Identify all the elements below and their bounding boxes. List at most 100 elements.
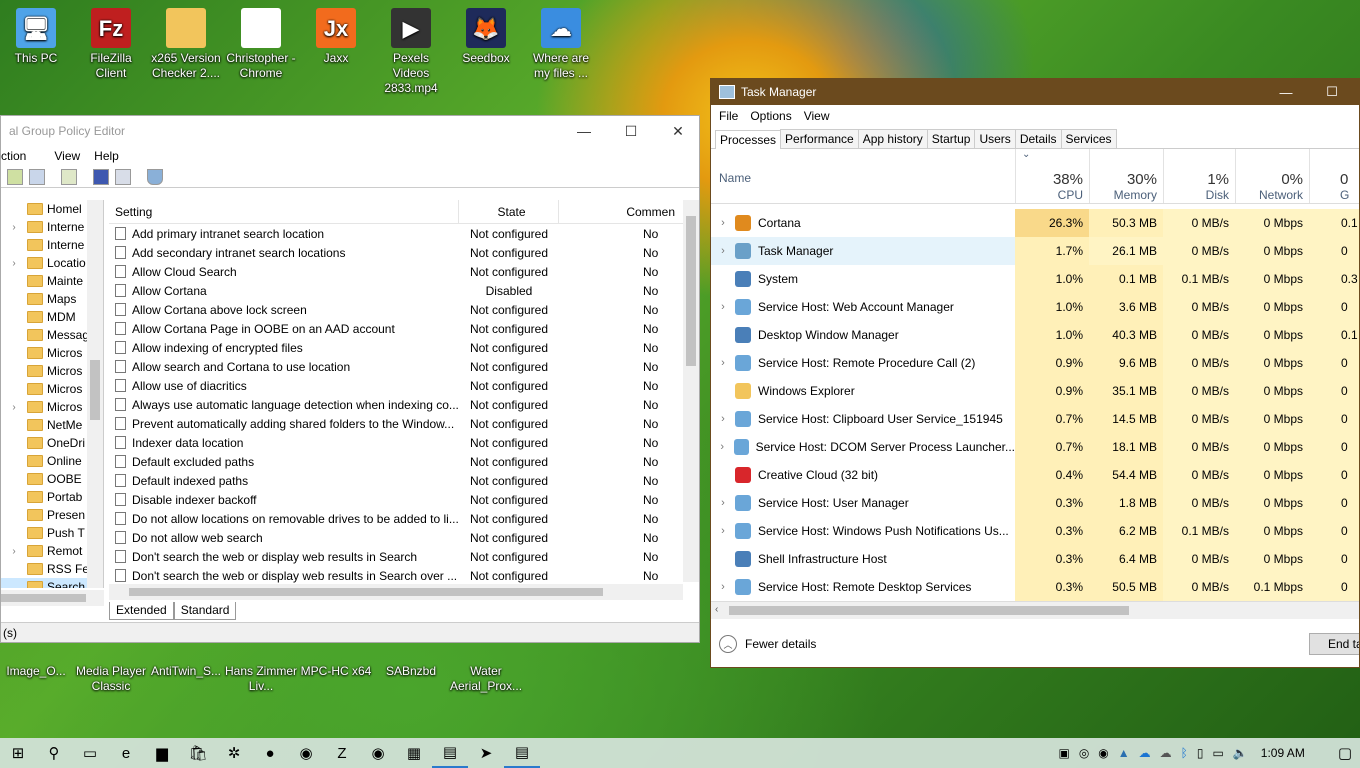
notifications-icon[interactable]: ▢: [1338, 744, 1352, 762]
task-manager-taskbar-icon[interactable]: ▤: [432, 738, 468, 768]
tray-record-icon[interactable]: ◉: [1098, 746, 1108, 760]
expand-chevron-icon[interactable]: ›: [711, 441, 734, 453]
scroll-left-icon[interactable]: ‹: [715, 604, 718, 615]
process-row[interactable]: › Service Host: DCOM Server Process Launc…: [711, 433, 1359, 461]
expand-chevron-icon[interactable]: ›: [711, 525, 735, 537]
menu-options[interactable]: Options: [742, 109, 795, 123]
column-cpu[interactable]: ⌄ 38% CPU: [1015, 149, 1089, 203]
tab-processes[interactable]: Processes: [715, 130, 782, 149]
expand-chevron-icon[interactable]: ›: [711, 245, 735, 257]
process-row[interactable]: Desktop Window Manager 1.0% 40.3 MB 0 MB/s 0…: [711, 321, 1359, 349]
desktop-shortcut[interactable]: 🦊 Seedbox: [450, 8, 522, 66]
network-tool-icon[interactable]: ✲: [216, 738, 252, 768]
desktop-shortcut[interactable]: Jx Jaxx: [300, 8, 372, 66]
tab-standard[interactable]: Standard: [173, 602, 237, 620]
policy-row[interactable]: Allow Cortana above lock screen Not confi…: [109, 300, 699, 319]
chrome-icon[interactable]: ◉: [288, 738, 324, 768]
desktop-shortcut[interactable]: Fz FileZilla Client: [75, 8, 147, 81]
edge-icon[interactable]: e: [108, 738, 144, 768]
tab-startup[interactable]: Startup: [926, 129, 976, 148]
policy-row[interactable]: Allow Cortana Page in OOBE on an AAD acc…: [109, 319, 699, 338]
expand-chevron-icon[interactable]: ›: [711, 301, 735, 313]
policy-row[interactable]: Add secondary intranet search locations N…: [109, 243, 699, 262]
policy-row[interactable]: Allow indexing of encrypted files Not con…: [109, 338, 699, 357]
desktop-shortcut[interactable]: Hans Zimmer Liv...: [225, 664, 297, 694]
column-memory[interactable]: 30% Memory: [1089, 149, 1163, 203]
desktop-shortcut[interactable]: Christopher - Chrome: [225, 8, 297, 81]
expand-chevron-icon[interactable]: ›: [711, 497, 735, 509]
tray-eye-icon[interactable]: ◎: [1079, 746, 1089, 760]
search-button[interactable]: ⚲: [36, 738, 72, 768]
filezilla-icon[interactable]: Z: [324, 738, 360, 768]
tray-droplet-icon[interactable]: ▲: [1118, 746, 1130, 760]
store-icon[interactable]: 🛍: [180, 738, 216, 768]
desktop-shortcut[interactable]: Image_O...: [0, 664, 72, 679]
filter-icon[interactable]: [147, 168, 163, 185]
send-icon[interactable]: ➤: [468, 738, 504, 768]
column-state[interactable]: State: [459, 200, 559, 224]
chrome-alt-icon[interactable]: ◉: [360, 738, 396, 768]
end-task-button[interactable]: End ta: [1309, 633, 1359, 655]
process-row[interactable]: › Service Host: Web Account Manager 1.0% 3.…: [711, 293, 1359, 321]
up-folder-icon[interactable]: [7, 168, 23, 185]
tab-app-history[interactable]: App history: [857, 129, 928, 148]
policy-row[interactable]: Prevent automatically adding shared fold…: [109, 414, 699, 433]
tray-app-icon[interactable]: ▣: [1058, 746, 1069, 760]
menu-view[interactable]: View: [796, 109, 834, 123]
policy-row[interactable]: Do not allow locations on removable driv…: [109, 509, 699, 528]
list-hscrollbar[interactable]: [109, 584, 683, 600]
desktop-shortcut[interactable]: Media Player Classic: [75, 664, 147, 694]
desktop-shortcut[interactable]: Water Aerial_Prox...: [450, 664, 522, 694]
list-scrollbar[interactable]: [683, 200, 699, 582]
menu-view[interactable]: View: [54, 149, 94, 163]
policy-row[interactable]: Don't search the web or display web resu…: [109, 566, 699, 585]
process-row[interactable]: › Task Manager 1.7% 26.1 MB 0 MB/s 0 Mbps 0: [711, 237, 1359, 265]
show-hide-tree-icon[interactable]: [29, 168, 45, 185]
policy-row[interactable]: Allow Cortana Disabled No: [109, 281, 699, 300]
tm-hscrollbar[interactable]: ‹: [711, 601, 1359, 619]
fewer-details-button[interactable]: ︿ Fewer details: [719, 635, 816, 653]
policy-row[interactable]: Allow Cloud Search Not configured No: [109, 262, 699, 281]
desktop-shortcut[interactable]: ☁ Where are my files ...: [525, 8, 597, 81]
process-row[interactable]: › Service Host: Remote Desktop Services 0.…: [711, 573, 1359, 601]
usb-icon[interactable]: ▯: [1197, 746, 1204, 760]
policy-row[interactable]: Disable indexer backoff Not configured No: [109, 490, 699, 509]
expand-chevron-icon[interactable]: ›: [711, 581, 735, 593]
properties-icon[interactable]: [115, 168, 131, 185]
column-setting[interactable]: Setting: [109, 200, 459, 224]
column-network[interactable]: 0% Network: [1235, 149, 1309, 203]
tab-users[interactable]: Users: [974, 129, 1016, 148]
menu-help[interactable]: Help: [94, 149, 129, 163]
network-icon[interactable]: ▭: [1212, 746, 1223, 760]
tab-services[interactable]: Services: [1060, 129, 1117, 148]
process-row[interactable]: Shell Infrastructure Host 0.3% 6.4 MB 0 MB/…: [711, 545, 1359, 573]
onedrive-tray-icon[interactable]: ☁: [1139, 746, 1151, 760]
expand-chevron-icon[interactable]: ›: [711, 357, 735, 369]
tab-details[interactable]: Details: [1014, 129, 1062, 148]
menu-file[interactable]: File: [711, 109, 742, 123]
help-icon[interactable]: [93, 168, 109, 185]
tab-performance[interactable]: Performance: [780, 129, 859, 148]
onedrive-personal-tray-icon[interactable]: ☁: [1160, 746, 1172, 760]
policy-row[interactable]: Don't search the web or display web resu…: [109, 547, 699, 566]
policy-row[interactable]: Default excluded paths Not configured No: [109, 452, 699, 471]
expand-chevron-icon[interactable]: ›: [1, 546, 27, 557]
maximize-button[interactable]: ☐: [1309, 79, 1355, 105]
process-row[interactable]: System 1.0% 0.1 MB 0.1 MB/s 0 Mbps 0.3: [711, 265, 1359, 293]
expand-chevron-icon[interactable]: ›: [711, 217, 735, 229]
media-icon[interactable]: ▦: [396, 738, 432, 768]
process-row[interactable]: Windows Explorer 0.9% 35.1 MB 0 MB/s 0 Mbps 0: [711, 377, 1359, 405]
clock[interactable]: 1:09 AM: [1261, 746, 1305, 760]
policy-row[interactable]: Indexer data location Not configured No: [109, 433, 699, 452]
notepad-icon[interactable]: ▤: [504, 738, 540, 768]
desktop-shortcut[interactable]: ▶ Pexels Videos 2833.mp4: [375, 8, 447, 96]
minimize-button[interactable]: —: [561, 116, 607, 146]
desktop-shortcut[interactable]: MPC-HC x64: [300, 664, 372, 679]
policy-row[interactable]: Default indexed paths Not configured No: [109, 471, 699, 490]
policy-row[interactable]: Do not allow web search Not configured No: [109, 528, 699, 547]
process-row[interactable]: Creative Cloud (32 bit) 0.4% 54.4 MB 0 MB/s…: [711, 461, 1359, 489]
tab-extended[interactable]: Extended: [109, 602, 174, 620]
start-button[interactable]: ⊞: [0, 738, 36, 768]
close-button[interactable]: ✕: [655, 116, 699, 146]
policy-row[interactable]: Allow search and Cortana to use location…: [109, 357, 699, 376]
